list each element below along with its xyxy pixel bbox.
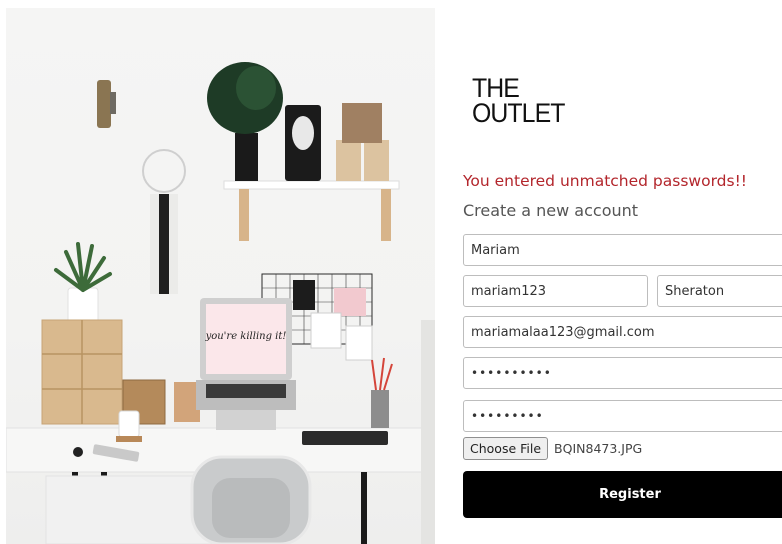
confirm-password-input-value: ••••••••• (471, 409, 544, 423)
file-upload: Choose File BQIN8473.JPG (463, 437, 642, 460)
username-input-value: mariam123 (471, 283, 547, 299)
email-input[interactable]: mariamalaa123@gmail.com (463, 316, 782, 348)
file-name: BQIN8473.JPG (554, 441, 643, 456)
name-input[interactable]: Mariam (463, 234, 782, 266)
confirm-password-input[interactable]: ••••••••• (463, 400, 782, 432)
wall-hanging (142, 149, 186, 193)
pencil-cup (371, 390, 389, 428)
error-message: You entered unmatched passwords!! (463, 172, 748, 190)
logo-line-2: OUTLET (472, 98, 565, 128)
wooden-drawers (41, 319, 123, 425)
password-input[interactable]: •••••••••• (463, 357, 782, 389)
laptop: you're killing it! (196, 298, 296, 430)
register-button-label: Register (599, 487, 661, 502)
hero-photo: you're killing it! (6, 8, 435, 544)
password-input-value: •••••••••• (471, 366, 552, 380)
brand-logo: THE OUTLET (472, 75, 565, 128)
register-button[interactable]: Register (463, 471, 782, 518)
desk-illustration: you're killing it! (6, 62, 435, 544)
vase (235, 133, 258, 181)
plant-pot (67, 287, 99, 324)
email-input-value: mariamalaa123@gmail.com (471, 324, 655, 340)
wall-lamp (97, 80, 111, 128)
form-subtitle: Create a new account (463, 201, 639, 220)
laptop-screen-text: you're killing it! (205, 331, 287, 342)
cup (118, 410, 140, 438)
choose-file-button[interactable]: Choose File (463, 437, 549, 460)
wall-shelf (223, 180, 400, 190)
branch-select[interactable]: Sheraton ⌄ (657, 275, 782, 307)
drawing-tablet (302, 431, 388, 445)
name-input-value: Mariam (471, 242, 520, 258)
branch-select-value: Sheraton (665, 283, 725, 299)
chair (190, 455, 312, 544)
username-input[interactable]: mariam123 (463, 275, 648, 307)
